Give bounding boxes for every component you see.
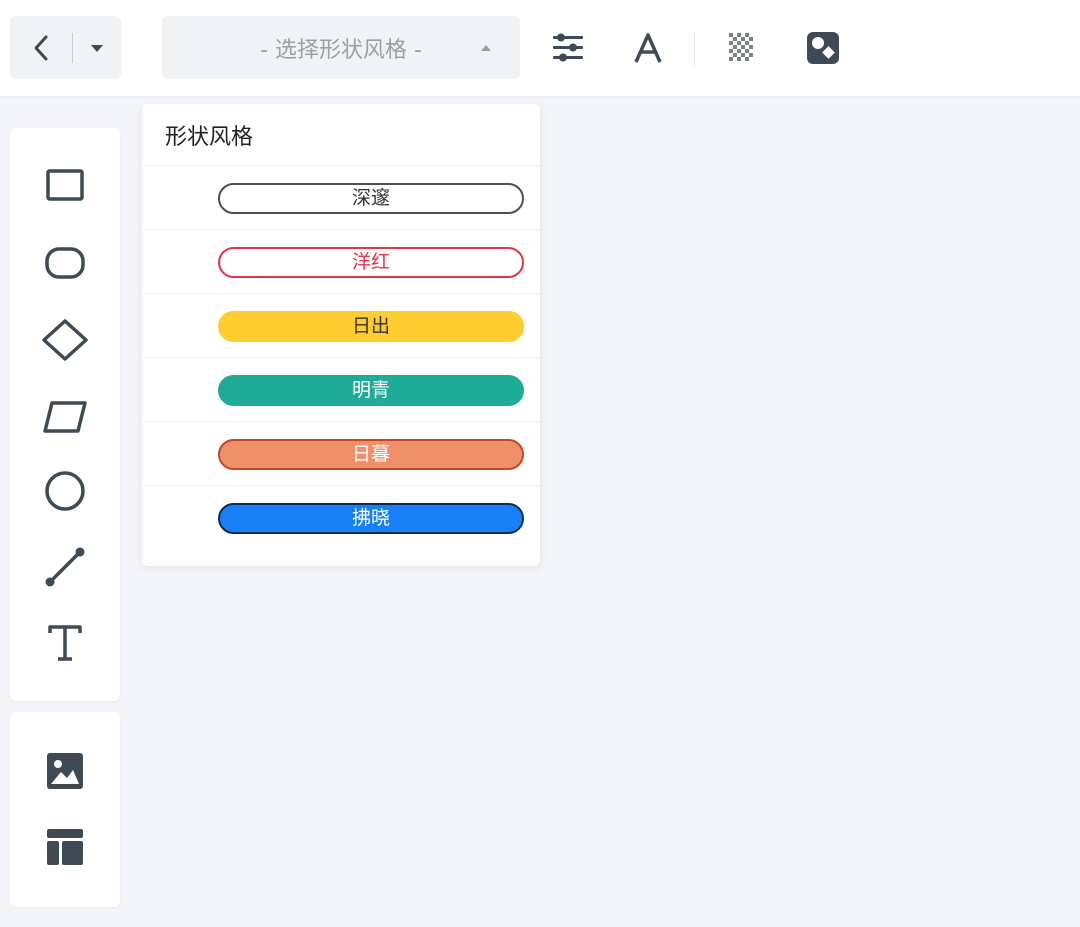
sliders-icon — [553, 33, 583, 62]
style-palette-button[interactable] — [801, 26, 845, 70]
style-option[interactable]: 洋红 — [142, 230, 540, 294]
tool-rectangle[interactable] — [10, 155, 120, 215]
back-button[interactable] — [10, 16, 72, 79]
tool-layout[interactable] — [10, 817, 120, 877]
dropdown-title: 形状风格 — [142, 104, 540, 166]
toolbar-divider — [694, 32, 695, 66]
tool-circle[interactable] — [10, 461, 120, 521]
tool-diamond[interactable] — [10, 310, 120, 370]
history-dropdown-button[interactable] — [73, 16, 121, 79]
style-option-pill: 日暮 — [218, 439, 524, 470]
back-button-group — [10, 16, 121, 79]
caret-down-icon — [91, 44, 103, 52]
shape-style-dropdown: 形状风格 深邃洋红日出明青日暮拂晓 — [142, 104, 540, 566]
chevron-left-icon — [34, 35, 48, 60]
layout-icon — [47, 829, 83, 865]
style-options-list: 深邃洋红日出明青日暮拂晓 — [142, 166, 540, 550]
diamond-icon — [42, 319, 88, 361]
text-icon — [48, 625, 82, 661]
shape-tools-panel — [10, 128, 120, 701]
style-select-placeholder: - 选择形状风格 - — [260, 37, 422, 63]
tool-line[interactable] — [10, 537, 120, 597]
font-icon — [634, 33, 662, 63]
transparency-button[interactable] — [718, 26, 762, 70]
style-option-pill: 明青 — [218, 375, 524, 406]
tool-parallelogram[interactable] — [10, 387, 120, 447]
settings-button[interactable] — [546, 26, 590, 70]
caret-up-icon — [481, 45, 491, 51]
style-option-pill: 深邃 — [218, 183, 524, 214]
tool-text[interactable] — [10, 613, 120, 673]
shape-style-select[interactable]: - 选择形状风格 - — [162, 16, 520, 79]
rounded-rect-icon — [45, 247, 85, 279]
rectangle-icon — [46, 169, 84, 201]
style-option-pill: 日出 — [218, 311, 524, 342]
image-icon — [47, 753, 83, 789]
style-option[interactable]: 深邃 — [142, 166, 540, 230]
circle-icon — [45, 471, 85, 511]
style-option[interactable]: 拂晓 — [142, 486, 540, 550]
style-option[interactable]: 日出 — [142, 294, 540, 358]
line-icon — [45, 547, 85, 587]
style-option-pill: 洋红 — [218, 247, 524, 278]
style-option[interactable]: 明青 — [142, 358, 540, 422]
style-option[interactable]: 日暮 — [142, 422, 540, 486]
tool-image[interactable] — [10, 741, 120, 801]
tool-rounded-rectangle[interactable] — [10, 233, 120, 293]
style-option-pill: 拂晓 — [218, 503, 524, 534]
parallelogram-icon — [43, 401, 87, 433]
top-toolbar: - 选择形状风格 - — [0, 0, 1080, 96]
palette-icon — [807, 32, 839, 64]
font-button[interactable] — [626, 26, 670, 70]
media-tools-panel — [10, 712, 120, 907]
checkerboard-icon — [729, 33, 753, 61]
